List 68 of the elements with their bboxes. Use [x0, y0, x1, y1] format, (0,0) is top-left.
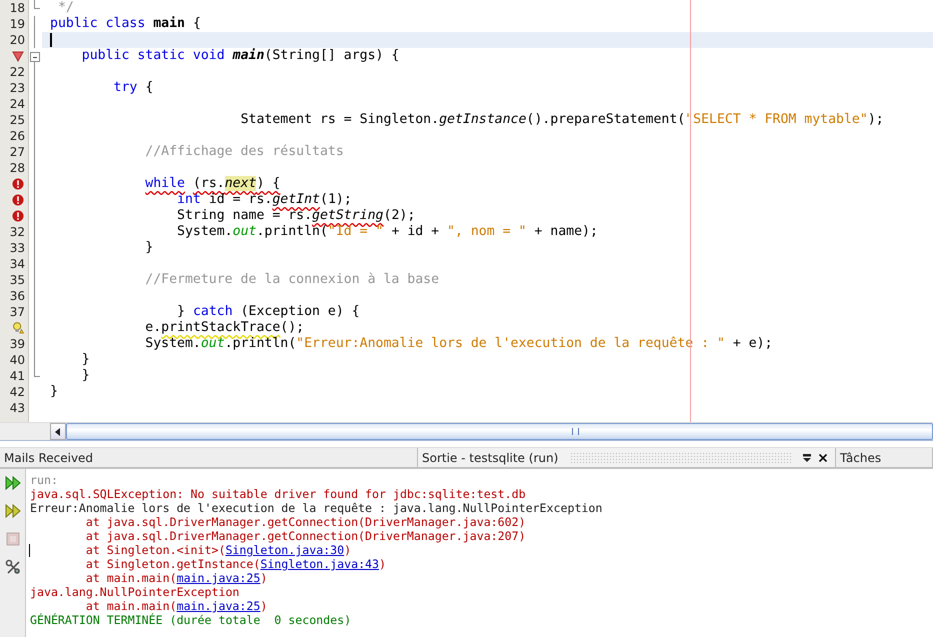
line-number: 32	[10, 224, 25, 240]
wrench-icon[interactable]	[4, 559, 20, 575]
output-line: run:	[30, 473, 58, 487]
code-line: }	[50, 384, 58, 399]
line-number: 23	[10, 80, 25, 96]
source-link[interactable]: Singleton.java:30	[225, 543, 344, 557]
output-line: at java.sql.DriverManager.getConnection(DriverManager.java:602)	[84, 515, 526, 529]
code-line: while (rs.next) {	[144, 176, 280, 191]
output-line: at main.main(main.java:25)	[84, 599, 268, 613]
code-line: } catch (Exception e) {	[176, 304, 360, 319]
left-arrow-icon	[55, 428, 61, 436]
source-link[interactable]: main.java:25	[176, 599, 260, 613]
close-icon[interactable]	[818, 452, 828, 462]
line-number: 43	[10, 400, 25, 416]
lightbulb-icon[interactable]	[12, 322, 24, 334]
line-number: 34	[10, 256, 25, 272]
scrollbar-thumb[interactable]	[66, 423, 933, 440]
output-line: GÉNÉRATION TERMINÉE (durée totale 0 secondes)	[30, 613, 352, 627]
output-line: at Singleton.<init>(Singleton.java:30)	[84, 543, 352, 557]
code-line: //Affichage des résultats	[144, 144, 344, 159]
line-number: 20	[10, 32, 25, 48]
source-link[interactable]: main.java:25	[176, 571, 260, 585]
line-number: 19	[10, 16, 25, 32]
code-line: public class main {	[50, 16, 201, 31]
code-line: Statement rs = Singleton.getInstance().prepareStatement("SELECT * FROM mytable");	[240, 112, 884, 127]
line-number: 26	[10, 128, 25, 144]
line-number: 35	[10, 272, 25, 288]
output-line: Erreur:Anomalie lors de l'execution de la requête : java.lang.NullPointerException	[30, 501, 602, 515]
line-number: 39	[10, 336, 25, 352]
line-number: 40	[10, 352, 25, 368]
panel-tab[interactable]: Tâches	[836, 448, 933, 467]
code-line: System.out.println("Id = " + id + ", nom = " + name);	[176, 224, 598, 239]
line-number: 41	[10, 368, 25, 384]
panel-tab[interactable]: Sortie - testsqlite (run)	[418, 448, 836, 467]
code-line: */	[56, 0, 74, 15]
scroll-left-button[interactable]	[50, 423, 66, 440]
source-link[interactable]: Singleton.java:43	[260, 557, 380, 571]
code-line: int id = rs.getInt(1);	[176, 192, 352, 207]
output-line: java.sql.SQLException: No suitable driver found for jdbc:sqlite:test.db	[30, 487, 526, 501]
line-number: 36	[10, 288, 25, 304]
line-number: 18	[10, 0, 25, 16]
code-line: try {	[112, 80, 154, 95]
code-line: }	[80, 368, 90, 383]
minimize-icon[interactable]	[802, 452, 812, 462]
code-line: String name = rs.getString(2);	[176, 208, 416, 223]
fold-end-marker	[34, 0, 40, 9]
line-number: 37	[10, 304, 25, 320]
line-number: 28	[10, 160, 25, 176]
collapse-icon[interactable]	[30, 52, 40, 62]
code-line: public static void main(String[] args) {	[80, 48, 400, 63]
line-number: 42	[10, 384, 25, 400]
output-line: at java.sql.DriverManager.getConnection(DriverManager.java:207)	[84, 529, 526, 543]
code-line: //Fermeture de la connexion à la base	[144, 272, 440, 287]
code-line: System.out.println("Erreur:Anomalie lors de l'execution de la requête : " + e);	[144, 336, 773, 351]
triangle-icon[interactable]	[12, 50, 24, 62]
code-line: }	[144, 240, 154, 255]
line-number: 22	[10, 64, 25, 80]
line-number: 27	[10, 144, 25, 160]
line-number: 25	[10, 112, 25, 128]
line-number: 24	[10, 96, 25, 112]
line-number: 33	[10, 240, 25, 256]
code-line: }	[80, 352, 90, 367]
code-line: e.printStackTrace();	[144, 320, 304, 335]
double-play-icon[interactable]	[4, 503, 20, 519]
output-line: java.lang.NullPointerException	[30, 585, 240, 599]
double-play-icon[interactable]	[4, 475, 20, 491]
output-line: at Singleton.getInstance(Singleton.java:43)	[84, 557, 386, 571]
output-line: at main.main(main.java:25)	[84, 571, 268, 585]
